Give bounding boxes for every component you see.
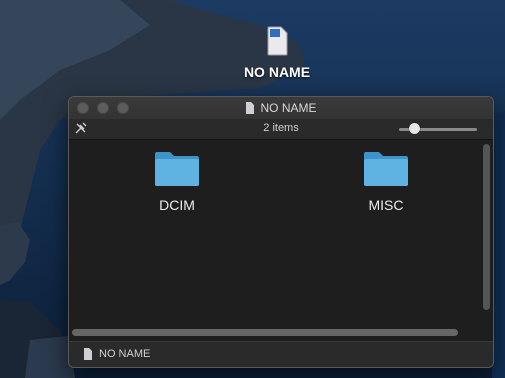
folder-icon — [155, 152, 199, 186]
path-bar-label[interactable]: NO NAME — [99, 348, 150, 360]
vertical-scrollbar[interactable] — [483, 144, 490, 310]
window-titlebar[interactable]: NO NAME — [69, 97, 493, 119]
sd-card-icon — [246, 102, 255, 114]
folder-icon — [364, 152, 408, 186]
finder-window[interactable]: NO NAME 2 items DCIM MISC NO NAME — [68, 96, 494, 368]
window-title-text: NO NAME — [260, 101, 317, 115]
folder-name: DCIM — [159, 197, 195, 213]
file-area[interactable]: DCIM MISC — [69, 140, 493, 342]
folder-item[interactable]: DCIM — [132, 150, 222, 213]
status-bar: 2 items — [69, 119, 493, 140]
path-bar: NO NAME — [69, 341, 493, 367]
folder-name: MISC — [368, 197, 404, 213]
sd-card-icon — [267, 26, 288, 56]
sd-card-icon — [84, 348, 92, 360]
horizontal-scrollbar[interactable] — [72, 329, 458, 336]
icon-size-slider[interactable] — [399, 123, 477, 135]
window-title: NO NAME — [69, 101, 493, 115]
slider-knob[interactable] — [409, 123, 421, 134]
desktop-volume-label: NO NAME — [243, 64, 311, 80]
folder-item[interactable]: MISC — [341, 150, 431, 213]
